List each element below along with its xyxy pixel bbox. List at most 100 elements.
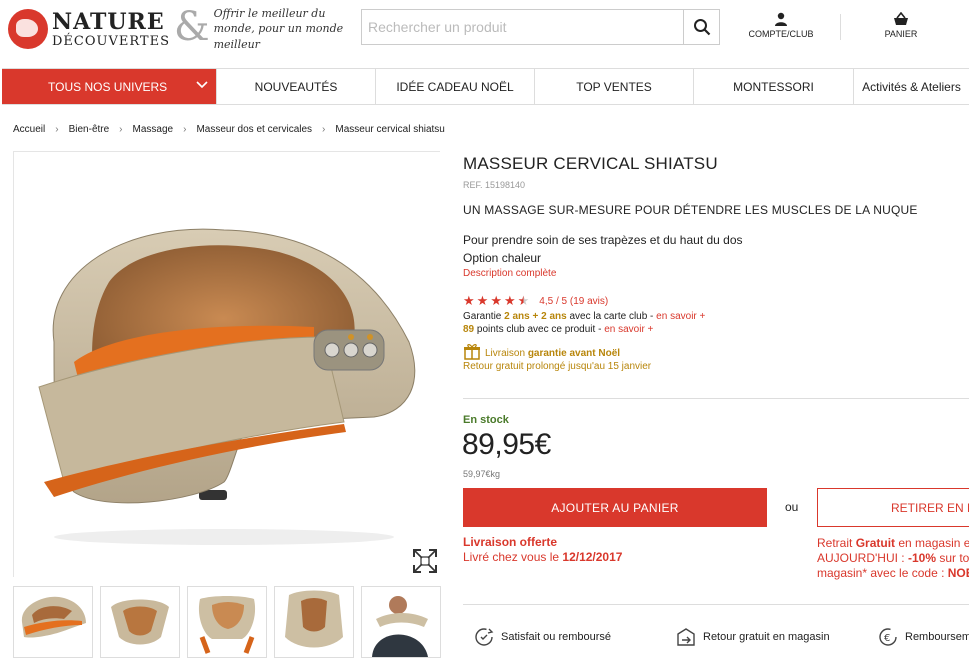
store-pickup-button[interactable]: RETIRER EN MAGASIN: [817, 488, 969, 527]
header-divider: [840, 14, 841, 40]
add-to-cart-button[interactable]: AJOUTER AU PANIER: [463, 488, 767, 527]
thumbnail-4[interactable]: [274, 586, 354, 658]
guarantee-line: Garantie 2 ans + 2 ans avec la carte clu…: [463, 310, 705, 323]
gift-icon: [464, 344, 480, 360]
user-icon: [775, 12, 787, 26]
globe-logo-icon: [8, 9, 48, 50]
shipping-date-line: Livré chez vous le 12/12/2017: [463, 550, 622, 565]
search-input[interactable]: [362, 10, 683, 44]
divider: [463, 604, 969, 605]
guarantee-learn-more-link[interactable]: en savoir +: [656, 311, 705, 322]
half-star-icon: ★: [517, 294, 530, 309]
unit-price: 59,97€kg: [463, 469, 501, 479]
cart-link[interactable]: PANIER: [876, 12, 926, 39]
reassurance-store-return[interactable]: Retour gratuit en magasin: [675, 626, 830, 648]
pickup-code-prefix: magasin* avec le code :: [817, 566, 948, 580]
svg-text:€: €: [884, 633, 890, 644]
shipping-info: Livraison offerte Livré chez vous le 12/…: [463, 535, 622, 565]
chevron-right-icon: ›: [322, 124, 326, 135]
pickup-prefix: Retrait: [817, 536, 856, 550]
product-price: 89,95€: [462, 428, 551, 461]
chevron-down-icon: [196, 81, 208, 89]
search-icon: [693, 19, 710, 36]
fullscreen-icon[interactable]: [412, 548, 438, 574]
logo-ampersand: &: [173, 4, 210, 51]
pickup-line-3: magasin* avec le code : NOEL: [817, 566, 969, 581]
shipping-title: Livraison offerte: [463, 535, 558, 549]
nav-top-sales[interactable]: TOP VENTES: [535, 69, 694, 104]
chevron-right-icon: ›: [183, 124, 187, 135]
breadcrumb-item[interactable]: Accueil: [13, 124, 45, 135]
nav-label: IDÉE CADEAU NOËL: [396, 79, 514, 94]
breadcrumb-current: Masseur cervical shiatsu: [335, 124, 445, 135]
search-button[interactable]: [683, 10, 719, 44]
nav-montessori[interactable]: MONTESSORI: [694, 69, 854, 104]
delivery-guarantee: garantie avant Noël: [527, 348, 621, 359]
breadcrumb-item[interactable]: Masseur dos et cervicales: [196, 124, 312, 135]
christmas-delivery-info: Livraison garantie avant Noël Retour gra…: [463, 344, 652, 373]
delivery-guarantee-line: Livraison garantie avant Noël: [463, 344, 651, 360]
stock-status: En stock: [463, 414, 509, 426]
thumbnail-image: [372, 596, 428, 657]
guarantee-suffix: avec la carte club -: [566, 311, 657, 322]
points-suffix: points club avec ce produit -: [474, 324, 605, 335]
search-bar: [361, 9, 720, 45]
logo-tagline: Offrir le meilleur du monde, pour un mon…: [213, 7, 344, 51]
site-logo[interactable]: NATURE DÉCOUVERTES & Offrir le meilleur …: [8, 4, 354, 52]
divider: [463, 398, 969, 399]
reassurance-label: Retour gratuit en magasin: [703, 631, 830, 643]
thumbnail-2[interactable]: [100, 586, 180, 658]
thumbnail-image: [111, 599, 169, 645]
pickup-line-2: AUJOURD'HUI : -10% sur tous: [817, 551, 969, 566]
breadcrumb: Accueil › Bien-être › Massage › Masseur …: [13, 124, 445, 135]
logo-wordmark: NATURE DÉCOUVERTES: [52, 11, 170, 48]
full-description-link[interactable]: Description complète: [463, 268, 556, 279]
account-label: COMPTE/CLUB: [748, 29, 814, 39]
reassurance-label: Remboursement: [905, 631, 969, 643]
guarantee-duration: 2 ans + 2 ans: [504, 311, 567, 322]
thumbnail-image: [285, 590, 343, 648]
nav-label: TOUS NOS UNIVERS: [48, 79, 168, 94]
nav-christmas-gifts[interactable]: IDÉE CADEAU NOËL: [376, 69, 535, 104]
reassurance-refund[interactable]: € Remboursement: [877, 626, 969, 648]
breadcrumb-item[interactable]: Massage: [133, 124, 174, 135]
star-icon: ★: [476, 294, 489, 309]
points-learn-more-link[interactable]: en savoir +: [604, 324, 653, 335]
account-link[interactable]: COMPTE/CLUB: [748, 12, 814, 39]
description-line: Option chaleur: [463, 251, 542, 265]
pickup-suffix: en magasin en: [895, 536, 969, 550]
refresh-badge-icon: [475, 628, 494, 646]
guarantee-prefix: Garantie: [463, 311, 505, 322]
thumbnail-1[interactable]: [13, 586, 93, 658]
logo-line2: DÉCOUVERTES: [52, 33, 170, 49]
product-rating[interactable]: ★ ★ ★ ★ ★ 4,5 / 5 (19 avis): [463, 294, 608, 309]
euro-return-icon: €: [879, 628, 897, 646]
nav-label: NOUVEAUTÉS: [254, 79, 338, 94]
basket-icon: [894, 12, 908, 25]
reassurance-satisfied[interactable]: Satisfait ou remboursé: [473, 626, 611, 648]
return-extended: Retour gratuit prolongé jusqu'au 15 janv…: [463, 361, 652, 372]
thumbnail-image: [21, 596, 87, 638]
nav-all-universes[interactable]: TOUS NOS UNIVERS: [2, 69, 217, 104]
points-line: 89 points club avec ce produit - en savo…: [463, 323, 705, 336]
pickup-discount-suffix: sur tous: [939, 551, 969, 565]
store-return-icon: [677, 628, 695, 646]
nav-label: MONTESSORI: [733, 79, 814, 94]
nav-activities[interactable]: Activités & Ateliers: [854, 69, 969, 104]
nav-new[interactable]: NOUVEAUTÉS: [217, 69, 376, 104]
reassurance-label: Satisfait ou remboursé: [501, 631, 612, 643]
breadcrumb-item[interactable]: Bien-être: [69, 124, 110, 135]
nav-label: Activités & Ateliers: [862, 79, 961, 94]
product-description: Pour prendre soin de ses trapèzes et du …: [463, 231, 743, 267]
pickup-line-1: Retrait Gratuit en magasin en: [817, 536, 969, 551]
delivery-prefix: Livraison: [485, 348, 528, 359]
thumbnail-3[interactable]: [187, 586, 267, 658]
store-pickup-info: Retrait Gratuit en magasin en AUJOURD'HU…: [817, 536, 969, 581]
or-label: ou: [785, 500, 799, 514]
pickup-free: Gratuit: [855, 536, 896, 550]
nav-label: TOP VENTES: [576, 79, 652, 94]
shipping-date: 12/12/2017: [562, 550, 623, 564]
product-main-image[interactable]: [13, 151, 440, 577]
thumbnail-5[interactable]: [361, 586, 441, 658]
pickup-discount: -10%: [907, 551, 936, 565]
